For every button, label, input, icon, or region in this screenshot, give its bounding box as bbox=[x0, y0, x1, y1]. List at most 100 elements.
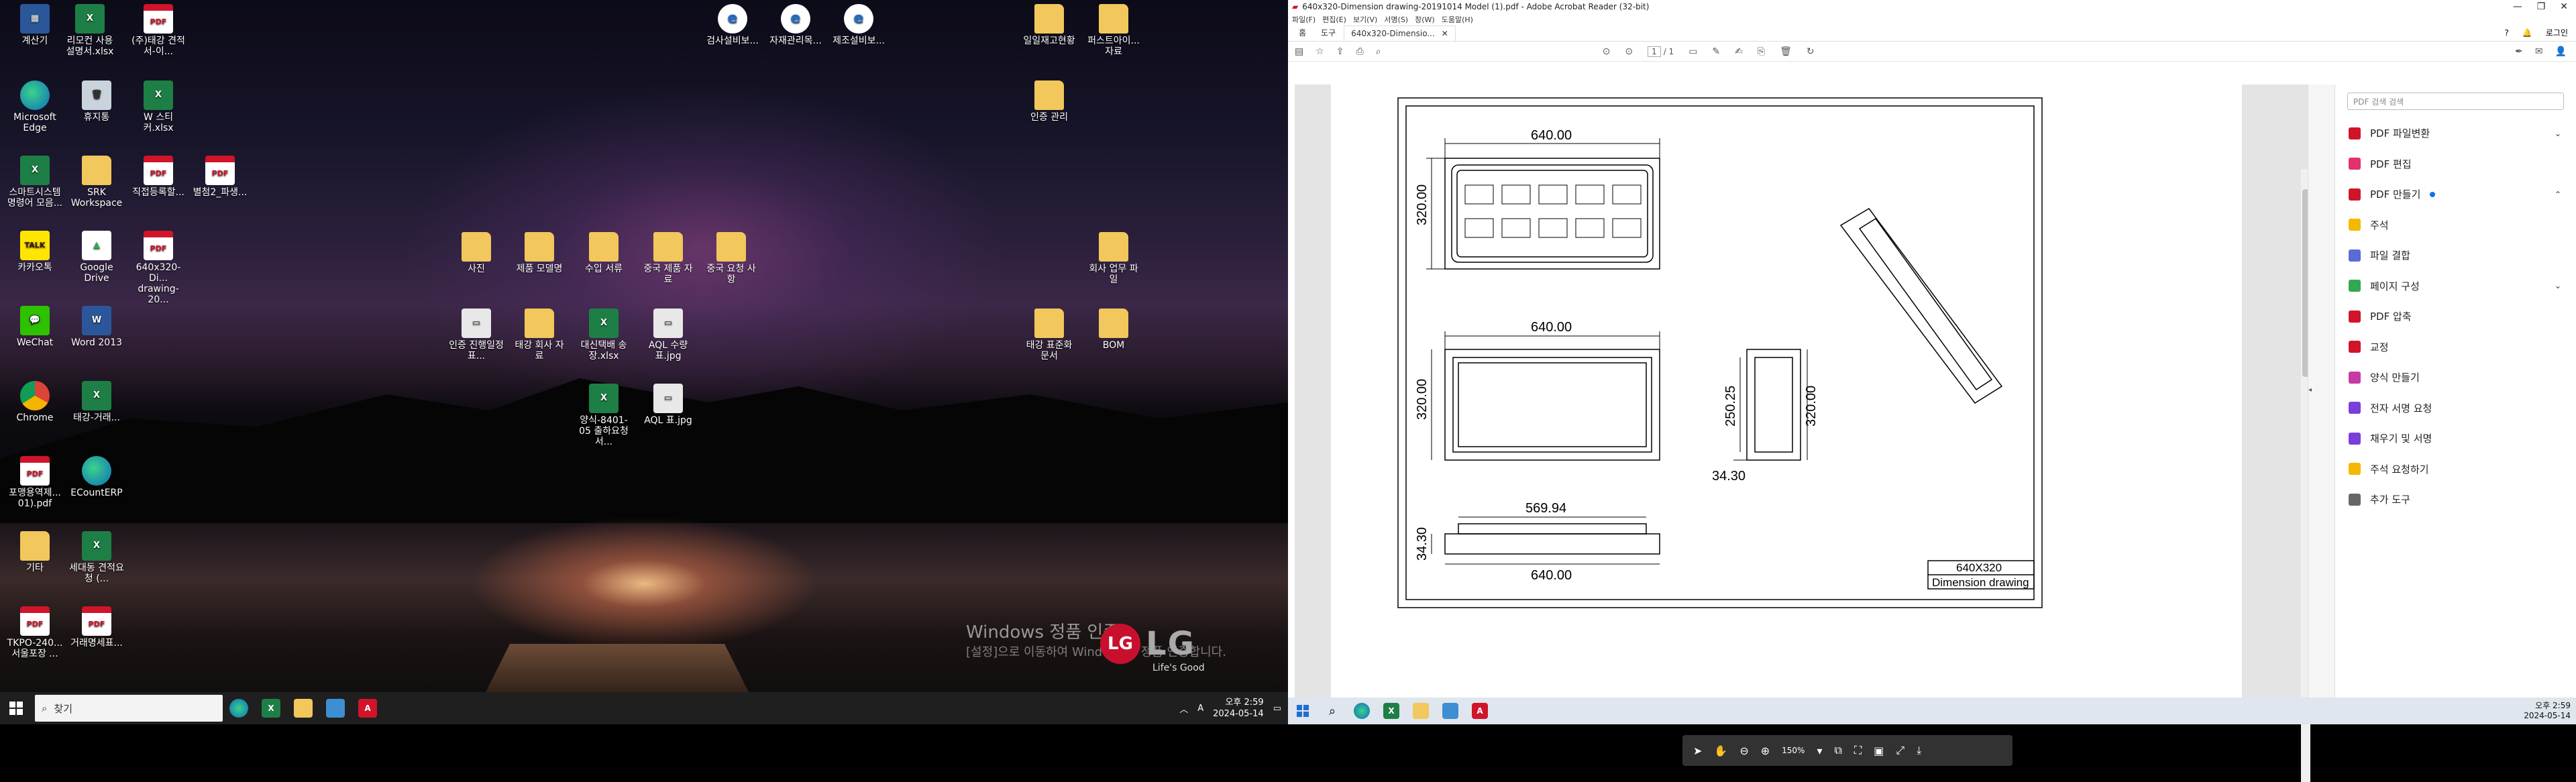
page-view-icon[interactable]: ▣ bbox=[1874, 744, 1884, 757]
desktop-icon[interactable]: PDF TKPO-240... 서울포장 ... bbox=[7, 606, 63, 659]
page-fit-icon[interactable]: ⧉ bbox=[1834, 744, 1841, 757]
desktop-icon[interactable]: 태강 표준화 문서 bbox=[1021, 309, 1077, 361]
menu-help[interactable]: 도움말(H) bbox=[1442, 14, 1473, 25]
desktop-icon[interactable]: XW 스티커.xlsx bbox=[130, 80, 186, 133]
desktop-icon[interactable]: ▭ AQL 수량표.jpg bbox=[640, 309, 696, 361]
taskbar-explorer[interactable] bbox=[287, 692, 319, 724]
zoom-level[interactable]: 150% bbox=[1782, 746, 1805, 755]
desktop-icon[interactable]: ▭ 인증 진행일정표... bbox=[448, 309, 504, 361]
rotate-icon[interactable]: ↻ bbox=[1807, 46, 1815, 57]
save-icon[interactable]: ▤ bbox=[1295, 46, 1303, 57]
desktop-icon[interactable]: ▦ 계산기 bbox=[7, 4, 63, 46]
desktop-icon[interactable]: SRK Workspace bbox=[68, 156, 125, 209]
taskbar-app[interactable] bbox=[319, 692, 352, 724]
desktop-icon[interactable]: 사진 bbox=[448, 232, 504, 274]
desktop-icon[interactable]: PDF 거래명세표... bbox=[68, 606, 125, 649]
panel-search-input[interactable]: PDF 검색 검색 bbox=[2347, 93, 2564, 110]
desktop-icon[interactable]: 중국 제품 자료 bbox=[640, 232, 696, 285]
desktop-icon[interactable]: 태강 회사 자료 bbox=[511, 309, 568, 361]
taskbar-edge[interactable] bbox=[223, 692, 255, 724]
chevron-icon[interactable]: ⌄ bbox=[2555, 281, 2561, 290]
mail-icon[interactable]: ✉ bbox=[2535, 46, 2543, 57]
pen-icon[interactable]: ✎ bbox=[1712, 46, 1720, 57]
desktop-icon[interactable]: Microsoft Edge bbox=[7, 80, 63, 133]
desktop-icon[interactable]: 제품 모델명 bbox=[511, 232, 568, 274]
clock-left[interactable]: 오후 2:59 2024-05-14 bbox=[1213, 697, 1264, 720]
input-language[interactable]: A bbox=[1197, 704, 1203, 714]
tool-item[interactable]: 파일 결합 bbox=[2335, 240, 2576, 271]
tool-item[interactable]: PDF 만들기 ⌃ bbox=[2335, 179, 2576, 210]
tab-home[interactable]: 홈 bbox=[1292, 24, 1313, 41]
zoom-out-icon[interactable]: ⊖ bbox=[1739, 744, 1748, 757]
tool-item[interactable]: PDF 파일변환 ⌄ bbox=[2335, 118, 2576, 149]
sign-icon[interactable]: ✍ bbox=[1735, 46, 1743, 57]
desktop-icon[interactable]: 수입 서류 bbox=[576, 232, 632, 274]
help-icon[interactable]: ? bbox=[2505, 28, 2509, 38]
login-button[interactable]: 로그인 bbox=[2546, 27, 2568, 38]
chevron-down-icon[interactable]: ▾ bbox=[1817, 744, 1822, 757]
close-tab-icon[interactable]: ✕ bbox=[1442, 29, 1448, 38]
taskbar-right-app[interactable] bbox=[1436, 697, 1465, 724]
search-button-right[interactable]: ⌕ bbox=[1318, 697, 1347, 724]
zoom-search-icon[interactable]: ⌕ bbox=[1376, 46, 1381, 57]
desktop-icon[interactable]: PDF (주)태강 견적서-이... bbox=[130, 4, 186, 57]
tool-item[interactable]: 전자 서명 요청 bbox=[2335, 393, 2576, 424]
chevron-icon[interactable]: ⌃ bbox=[2555, 190, 2561, 199]
notification-icon[interactable]: ▭ bbox=[1273, 704, 1281, 714]
chevron-icon[interactable]: ⌄ bbox=[2555, 129, 2561, 138]
desktop-icon[interactable]: X 양식-8401-05 출하요청서... bbox=[576, 384, 632, 447]
next-page-icon[interactable]: ⊙ bbox=[1625, 46, 1633, 57]
select-cursor-icon[interactable]: ➤ bbox=[1693, 744, 1702, 757]
menu-window[interactable]: 창(W) bbox=[1415, 14, 1435, 25]
tool-item[interactable]: PDF 편집 bbox=[2335, 149, 2576, 180]
desktop-icon[interactable]: Chrome bbox=[7, 381, 63, 423]
tool-item[interactable]: PDF 압축 bbox=[2335, 301, 2576, 332]
close-button[interactable]: ✕ bbox=[2560, 1, 2568, 12]
fullscreen-icon[interactable]: ⤢ bbox=[1896, 744, 1904, 757]
bell-icon[interactable]: 🔔 bbox=[2522, 28, 2532, 38]
clock-right[interactable]: 오후 2:59 2024-05-14 bbox=[2524, 701, 2571, 721]
start-button[interactable] bbox=[0, 692, 32, 724]
taskbar-right-explorer[interactable] bbox=[1406, 697, 1436, 724]
tool-item[interactable]: 채우기 및 서명 bbox=[2335, 423, 2576, 454]
taskbar-excel[interactable]: X bbox=[255, 692, 287, 724]
document-area[interactable]: 640.00 320.00 640.00 320.00 250.25 320.0… bbox=[1295, 85, 2310, 782]
comment-icon[interactable]: ▭ bbox=[1688, 46, 1697, 57]
desktop-icon[interactable]: ECountERP bbox=[68, 456, 125, 498]
tool-item[interactable]: 주석 요청하기 bbox=[2335, 454, 2576, 485]
desktop-icon[interactable]: BOM bbox=[1085, 309, 1142, 351]
menu-edit[interactable]: 편집(E) bbox=[1322, 14, 1346, 25]
crop-icon[interactable]: ⛶ bbox=[1854, 744, 1862, 757]
desktop-icon[interactable]: PDF 640x320-Di... drawing-20... bbox=[130, 231, 186, 305]
maximize-button[interactable]: ❐ bbox=[2537, 1, 2546, 12]
desktop-icon[interactable]: X 태강-거래... bbox=[68, 381, 125, 423]
bookmark-star-icon[interactable]: ☆ bbox=[1316, 46, 1324, 57]
taskbar-search[interactable]: ⌕ 찾기 bbox=[35, 695, 223, 722]
desktop-icon[interactable]: X 대신택배 송장.xlsx bbox=[576, 309, 632, 361]
desktop-icon[interactable]: PDF 직접등록할... bbox=[130, 156, 186, 198]
panel-collapse-strip[interactable]: ◂ bbox=[2308, 85, 2334, 697]
taskbar-right-edge[interactable] bbox=[1347, 697, 1377, 724]
tab-tools[interactable]: 도구 bbox=[1314, 24, 1342, 41]
desktop-icon[interactable]: X 리모컨 사용 설명서.xlsx bbox=[62, 4, 118, 57]
desktop-icon[interactable]: 퍼스트아이... 자료 bbox=[1085, 4, 1142, 57]
desktop-icon[interactable]: 💬 WeChat bbox=[7, 306, 63, 348]
tool-item[interactable]: 교정 bbox=[2335, 332, 2576, 363]
print-icon[interactable]: ⎙ bbox=[1356, 46, 1364, 57]
chevron-up-icon[interactable]: ︿ bbox=[1179, 702, 1188, 715]
desktop-icon[interactable]: e 제조설비보... bbox=[830, 4, 887, 46]
start-button-right[interactable] bbox=[1288, 697, 1318, 724]
tool-item[interactable]: 추가 도구 bbox=[2335, 484, 2576, 515]
desktop-icon[interactable]: 🗑 휴지통 bbox=[68, 80, 125, 123]
hand-icon[interactable]: ✋ bbox=[1714, 744, 1727, 757]
desktop-icon[interactable]: 인증 관리 bbox=[1021, 80, 1077, 123]
desktop-icon[interactable]: 회사 업무 파일 bbox=[1085, 232, 1142, 285]
menu-file[interactable]: 파일(F) bbox=[1292, 14, 1316, 25]
desktop-icon[interactable]: PDF 별첨2_파생... bbox=[192, 156, 248, 198]
menu-sign[interactable]: 서명(S) bbox=[1384, 14, 1408, 25]
desktop-icon[interactable]: ▲ Google Drive bbox=[68, 231, 125, 284]
desktop-icon[interactable]: ▭ AQL 표.jpg bbox=[640, 384, 696, 426]
taskbar-right-acrobat[interactable]: A bbox=[1465, 697, 1495, 724]
desktop-icon[interactable]: X 세대동 견적요청 (... bbox=[68, 531, 125, 584]
fill-sign-icon[interactable]: ✒ bbox=[2515, 46, 2523, 57]
